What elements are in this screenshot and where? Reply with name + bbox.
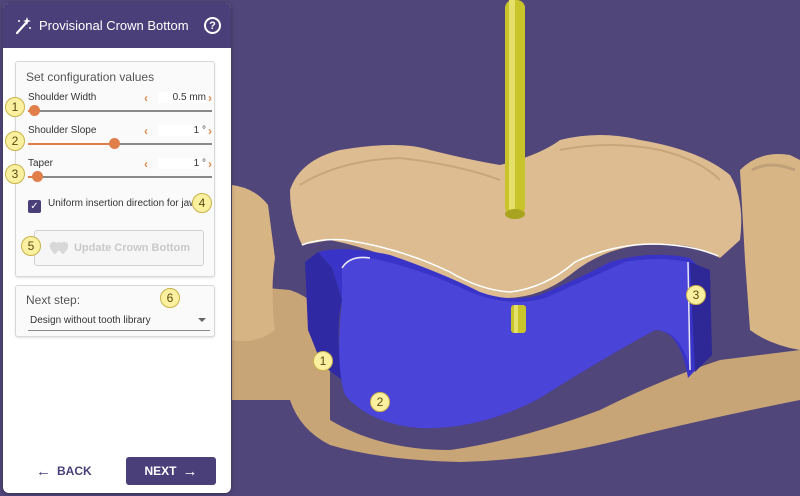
panel-header: Provisional Crown Bottom ? (3, 3, 231, 48)
shoulder-slope-label: Shoulder Slope (28, 125, 97, 136)
help-icon[interactable]: ? (204, 17, 221, 34)
shoulder-width-slider-track[interactable] (28, 110, 212, 112)
next-step-title: Next step: (26, 293, 81, 307)
uniform-insertion-checkbox-row[interactable]: ✓ Uniform insertion direction for jaw (28, 198, 208, 213)
callout-5-panel: 5 (21, 236, 41, 256)
callout-6-panel: 6 (160, 288, 180, 308)
taper-increase-button[interactable]: › (208, 157, 212, 171)
uniform-insertion-label: Uniform insertion direction for jaw (48, 198, 197, 209)
shoulder-width-value[interactable]: 0.5 mm (158, 92, 206, 103)
next-button[interactable]: NEXT → (126, 457, 216, 485)
callout-4-panel: 4 (192, 193, 212, 213)
callout-2-viewport: 2 (370, 392, 390, 412)
arrow-left-icon: ← (36, 462, 51, 480)
callout-2-panel: 2 (5, 131, 25, 151)
taper-label: Taper (28, 158, 54, 169)
next-step-selected: Design without tooth library (30, 315, 151, 326)
update-crown-bottom-label: Update Crown Bottom (73, 242, 191, 254)
next-step-card: Next step: Design without tooth library (15, 285, 215, 337)
back-label: BACK (57, 464, 92, 478)
shoulder-slope-value[interactable]: 1 ° (158, 125, 206, 136)
chevron-down-icon (198, 318, 206, 322)
magic-wand-icon (15, 16, 31, 34)
configuration-title: Set configuration values (26, 70, 155, 84)
update-crown-bottom-button[interactable]: Update Crown Bottom (34, 230, 204, 266)
shoulder-width-increase-button[interactable]: › (208, 91, 212, 105)
provisional-crown-bottom-panel: Provisional Crown Bottom ? Set configura… (3, 3, 231, 493)
shoulder-slope-decrease-button[interactable]: ‹ (144, 124, 148, 138)
back-button[interactable]: ← BACK (36, 459, 92, 483)
next-label: NEXT (144, 464, 177, 478)
shoulder-slope-slider-fill (28, 143, 114, 145)
callout-3-viewport: 3 (686, 285, 706, 305)
panel-title: Provisional Crown Bottom (39, 18, 189, 33)
shoulder-slope-slider-thumb[interactable] (109, 138, 120, 149)
taper-value[interactable]: 1 ° (158, 158, 206, 169)
taper-slider-thumb[interactable] (32, 171, 43, 182)
callout-3-panel: 3 (5, 164, 25, 184)
uniform-insertion-checkbox[interactable]: ✓ (28, 200, 41, 213)
callout-1-panel: 1 (5, 97, 25, 117)
arrow-right-icon: → (182, 462, 198, 480)
shoulder-width-label: Shoulder Width (28, 92, 97, 103)
tooth-icon (49, 241, 69, 254)
taper-decrease-button[interactable]: ‹ (144, 157, 148, 171)
shoulder-slope-increase-button[interactable]: › (208, 124, 212, 138)
configuration-card: Set configuration values Shoulder Width … (15, 61, 215, 277)
next-step-dropdown[interactable]: Design without tooth library (28, 313, 210, 331)
shoulder-width-decrease-button[interactable]: ‹ (144, 91, 148, 105)
callout-1-viewport: 1 (313, 351, 333, 371)
shoulder-width-slider-thumb[interactable] (29, 105, 40, 116)
taper-slider-track[interactable] (28, 176, 212, 178)
